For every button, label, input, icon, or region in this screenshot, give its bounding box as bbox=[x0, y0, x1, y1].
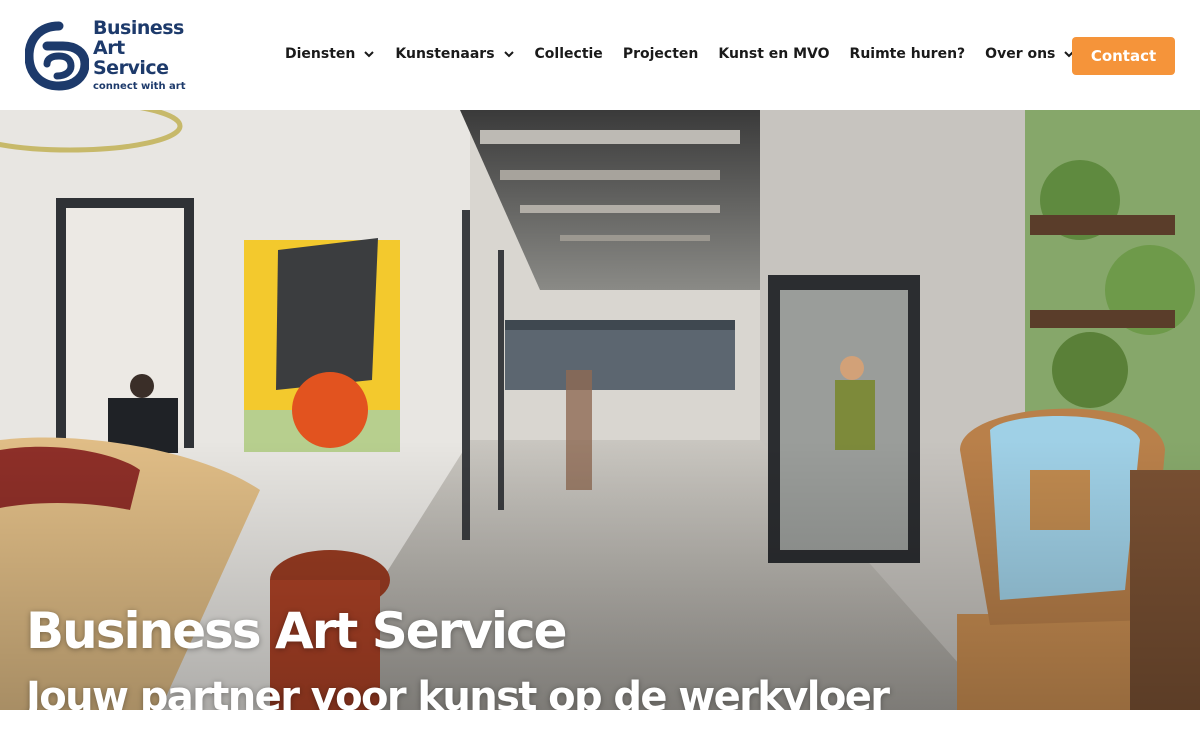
brand-name: Business Art Service bbox=[93, 18, 184, 78]
brand-line1: Business bbox=[93, 17, 184, 39]
chevron-down-icon bbox=[364, 51, 375, 58]
chevron-down-icon bbox=[503, 51, 514, 58]
hero-banner: Business Art Service Jouw partner voor k… bbox=[0, 110, 1200, 710]
brand-line2: Art bbox=[93, 37, 125, 59]
nav-label: Collectie bbox=[534, 46, 603, 62]
nav-item-kunst-en-mvo[interactable]: Kunst en MVO bbox=[718, 46, 829, 62]
brand-logo[interactable]: Business Art Service connect with art bbox=[25, 18, 186, 96]
nav-label: Kunst en MVO bbox=[718, 46, 830, 62]
main-nav: Diensten Kunstenaars Collectie Projecten… bbox=[285, 44, 1095, 64]
nav-label: Diensten bbox=[285, 46, 356, 62]
site-header: Business Art Service connect with art Di… bbox=[0, 0, 1200, 110]
nav-item-diensten[interactable]: Diensten bbox=[285, 46, 375, 62]
nav-label: Over ons bbox=[985, 46, 1056, 62]
nav-label: Kunstenaars bbox=[395, 46, 495, 62]
nav-item-kunstenaars[interactable]: Kunstenaars bbox=[395, 46, 514, 62]
hero-subtitle: Jouw partner voor kunst op de werkvloer bbox=[26, 674, 890, 710]
logo-mark-icon bbox=[25, 21, 89, 91]
brand-tagline: connect with art bbox=[93, 81, 186, 92]
nav-label: Ruimte huren? bbox=[849, 46, 966, 62]
brand-line3: Service bbox=[93, 57, 169, 79]
nav-item-ruimte-huren[interactable]: Ruimte huren? bbox=[850, 46, 966, 62]
nav-item-collectie[interactable]: Collectie bbox=[535, 46, 603, 62]
contact-button[interactable]: Contact bbox=[1072, 37, 1175, 75]
hero-title: Business Art Service bbox=[26, 602, 568, 660]
nav-item-projecten[interactable]: Projecten bbox=[623, 46, 699, 62]
nav-label: Projecten bbox=[622, 46, 699, 62]
nav-item-over-ons[interactable]: Over ons bbox=[985, 46, 1075, 62]
